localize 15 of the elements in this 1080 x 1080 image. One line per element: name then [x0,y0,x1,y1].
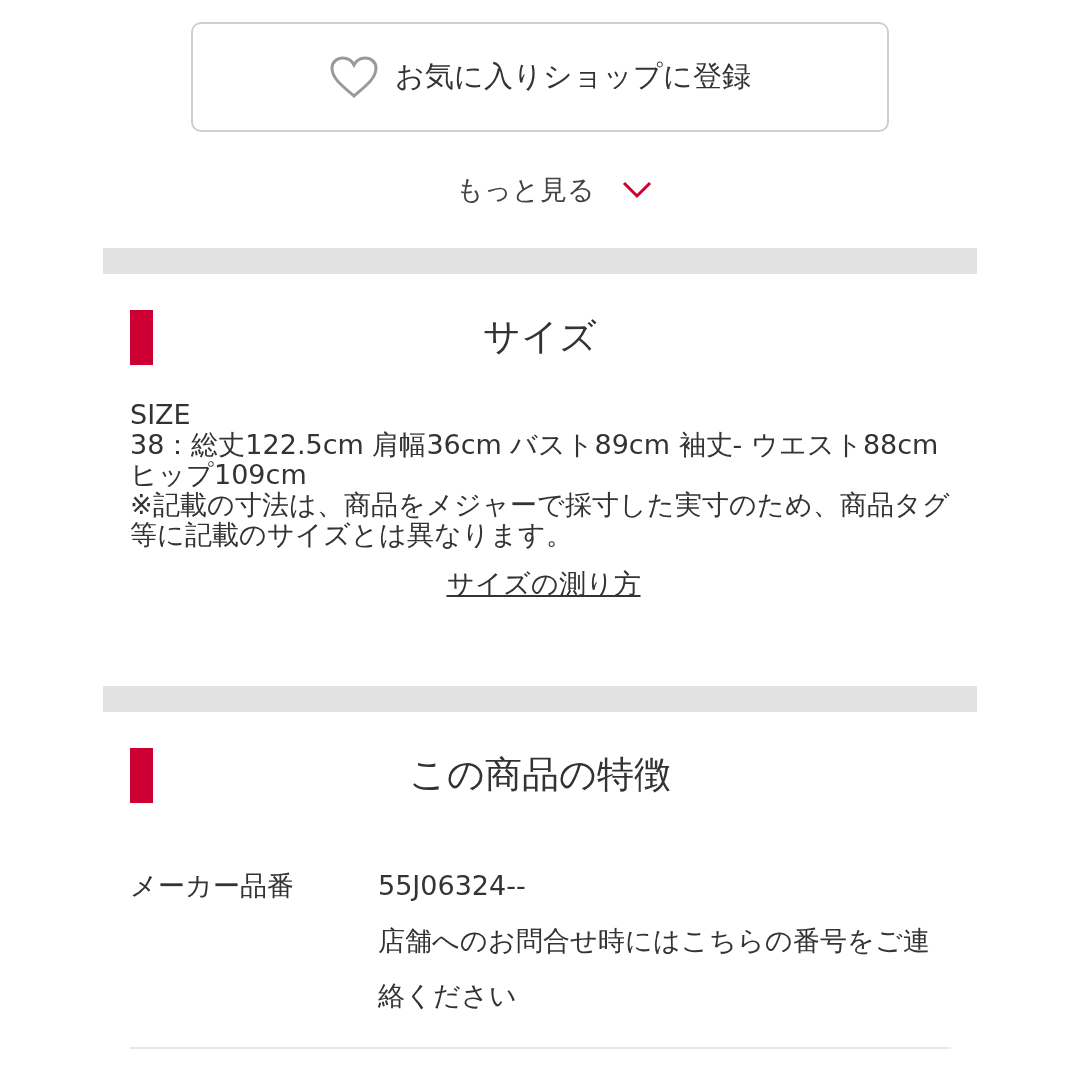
spec-note: 店舗へのお問合せ時にはこちらの番号をご連絡ください [378,924,931,1013]
size-text: 38：総丈122.5cm 肩幅36cm バスト89cm 袖丈- ウエスト88cm ヒップ109cm [130,430,940,490]
size-text: ※記載の寸法は、商品をメジャーで採寸した実寸のため、商品タグ等に記載のサイズとは異なります。 [130,490,951,550]
size-text: SIZE [130,400,192,430]
spec-label: メーカー品番 [130,869,295,903]
measure-link[interactable]: サイズの測り方 [446,566,641,600]
section-title: サイズ [483,314,597,360]
section-title: この商品の特徴 [409,752,671,798]
chevron-down-icon [620,180,653,200]
favorite-shop-button[interactable]: お気に入りショップに登録 [191,22,889,132]
spec-value: 55J06324-- [378,869,527,903]
accent-bar [130,310,153,365]
heart-icon [329,55,379,99]
more-link[interactable]: もっと見る [455,172,595,208]
accent-bar [130,748,153,803]
